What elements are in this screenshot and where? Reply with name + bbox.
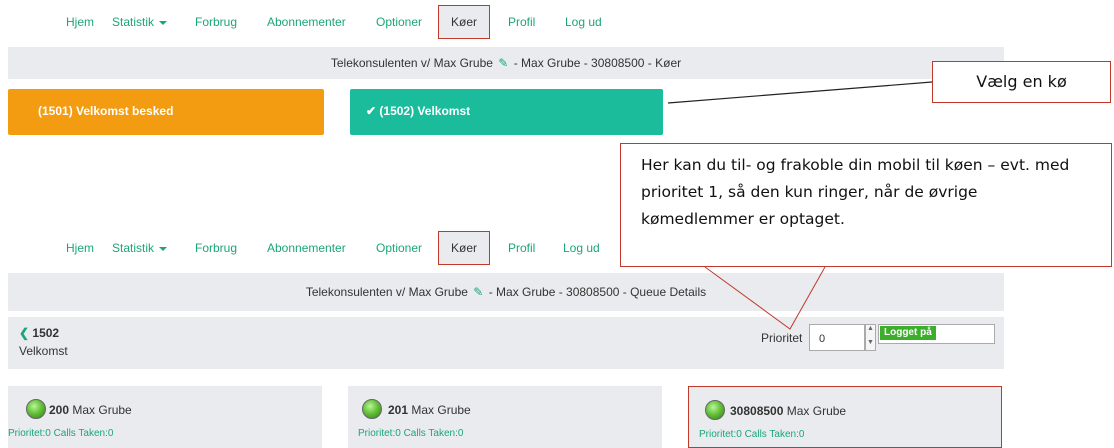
nav-forbrug[interactable]: Forbrug [195, 241, 237, 255]
check-icon: ✔ [366, 104, 377, 118]
nav-hjem[interactable]: Hjem [66, 241, 94, 255]
nav-statistik-label: Statistik [112, 15, 155, 29]
callout-text: Her kan du til- og frakoble din mobil ti… [641, 156, 1070, 228]
page-header-bar: Telekonsulenten v/ Max Grube ✎ - Max Gru… [8, 273, 1004, 311]
member-user: Max Grube [786, 404, 847, 418]
member-number: 30808500 [730, 404, 784, 418]
stepper-down-icon: ▼ [867, 339, 874, 346]
nav-abonnementer[interactable]: Abonnementer [267, 241, 346, 255]
member-name: 200 Max Grube [49, 403, 132, 417]
queue-detail-header: ❮ 1502 Velkomst Prioritet 0 ▲ ▼ Logget p… [8, 317, 1004, 369]
nav-forbrug[interactable]: Forbrug [195, 15, 237, 29]
priority-label: Prioritet [761, 331, 803, 345]
top-nav: Hjem Statistik Forbrug Abonnementer Opti… [0, 4, 700, 40]
callout-line-queue [667, 81, 933, 104]
priority-stepper[interactable]: ▲ ▼ [865, 324, 876, 351]
chevron-down-icon [159, 20, 168, 25]
member-stats: Prioritet:0 Calls Taken:0 [8, 428, 114, 439]
bottom-nav: Hjem Statistik Forbrug Abonnementer Opti… [0, 230, 620, 266]
queue-member-201: 201 Max Grube Prioritet:0 Calls Taken:0 [348, 386, 662, 448]
edit-icon[interactable]: ✎ [498, 47, 508, 79]
nav-optioner[interactable]: Optioner [376, 15, 422, 29]
back-link[interactable]: ❮ 1502 [19, 326, 59, 340]
member-stats: Prioritet:0 Calls Taken:0 [358, 428, 464, 439]
status-online-icon [705, 400, 725, 420]
queue-button-label: (1502) Velkomst [379, 104, 471, 118]
nav-optioner[interactable]: Optioner [376, 241, 422, 255]
nav-profil[interactable]: Profil [508, 241, 535, 255]
header-title: Telekonsulenten v/ Max Grube [330, 56, 493, 70]
nav-statistik-label: Statistik [112, 241, 155, 255]
header-subtitle: - Max Grube - 30808500 - Køer [513, 56, 682, 70]
priority-input[interactable]: 0 [809, 324, 865, 351]
header-title: Telekonsulenten v/ Max Grube [305, 285, 468, 299]
member-name: 30808500 Max Grube [730, 404, 846, 418]
queue-member-30808500: 30808500 Max Grube Prioritet:0 Calls Tak… [688, 386, 1002, 448]
header-subtitle: - Max Grube - 30808500 - Queue Details [488, 285, 707, 299]
member-number: 201 [388, 403, 409, 417]
nav-koer[interactable]: Køer [438, 231, 491, 265]
login-toggle[interactable]: Logget på [878, 324, 995, 344]
back-queue-number: 1502 [32, 326, 60, 340]
queue-member-200: 200 Max Grube Prioritet:0 Calls Taken:0 [8, 386, 322, 448]
status-online-icon [362, 399, 382, 419]
nav-profil[interactable]: Profil [508, 15, 535, 29]
member-user: Max Grube [411, 403, 471, 417]
callout-select-queue: Vælg en kø [932, 61, 1111, 103]
status-badge: Logget på [880, 326, 936, 340]
callout-priority-help: Her kan du til- og frakoble din mobil ti… [620, 143, 1112, 267]
queue-button-1501[interactable]: (1501) Velkomst besked [8, 89, 324, 135]
status-online-icon [26, 399, 46, 419]
queue-name: Velkomst [19, 344, 68, 358]
nav-abonnementer[interactable]: Abonnementer [267, 15, 346, 29]
stepper-up-icon: ▲ [867, 325, 874, 332]
queue-button-1502[interactable]: ✔ (1502) Velkomst [350, 89, 663, 135]
priority-value: 0 [819, 333, 826, 345]
nav-statistik[interactable]: Statistik [112, 241, 168, 255]
chevron-down-icon [159, 246, 168, 251]
queue-button-label: (1501) Velkomst besked [38, 104, 174, 118]
nav-statistik[interactable]: Statistik [112, 15, 168, 29]
member-stats: Prioritet:0 Calls Taken:0 [699, 429, 805, 440]
nav-koer[interactable]: Køer [438, 5, 491, 39]
member-name: 201 Max Grube [388, 403, 471, 417]
member-user: Max Grube [72, 403, 132, 417]
callout-text: Vælg en kø [976, 72, 1067, 91]
edit-icon[interactable]: ✎ [473, 273, 483, 311]
nav-log-ud[interactable]: Log ud [563, 241, 600, 255]
chevron-left-icon: ❮ [19, 326, 30, 340]
nav-hjem[interactable]: Hjem [66, 15, 94, 29]
member-number: 200 [49, 403, 70, 417]
nav-log-ud[interactable]: Log ud [565, 15, 602, 29]
page-header-bar: Telekonsulenten v/ Max Grube ✎ - Max Gru… [8, 47, 1004, 79]
